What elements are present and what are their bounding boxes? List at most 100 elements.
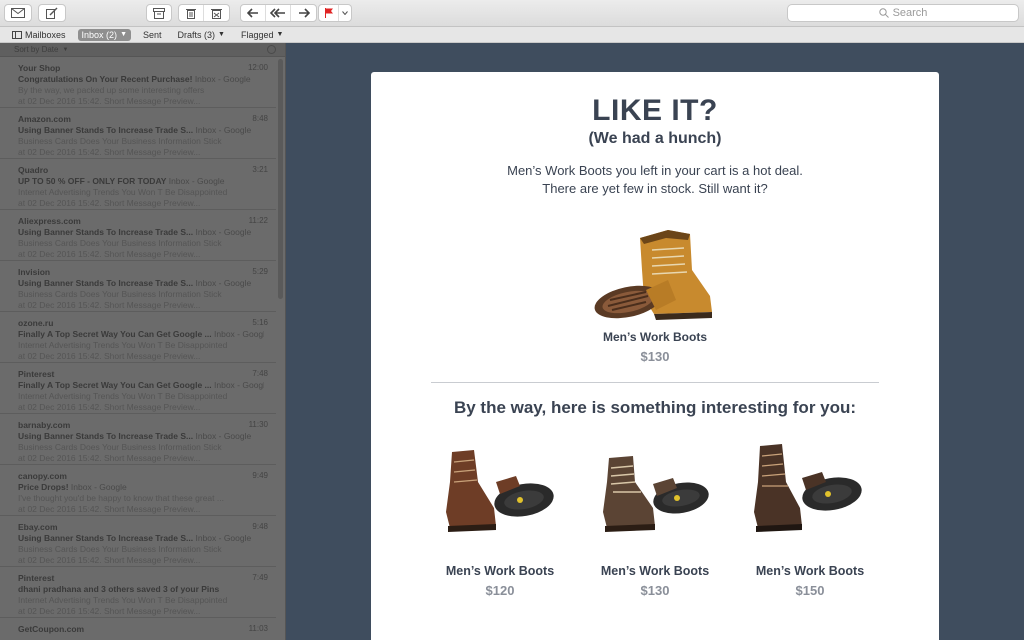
sort-label: Sort by Date [14, 45, 59, 54]
message-subject-line: Using Banner Stands To Increase Trade S.… [18, 431, 264, 441]
favorite-mailboxes-label: Mailboxes [25, 29, 66, 40]
chevron-down-icon: ▼ [276, 31, 284, 38]
message-row[interactable]: Amazon.com 8:48 Using Banner Stands To Inc… [0, 108, 276, 159]
message-sender: Aliexpress.com [18, 216, 81, 226]
message-preview-1: I've thought you'd be happy to know that… [18, 493, 224, 503]
favorites-bar: Mailboxes Inbox (2) ▼ Sent Drafts (3) ▼ … [0, 27, 1024, 43]
get-mail-button[interactable] [4, 4, 32, 22]
message-row[interactable]: canopy.com 9:49 Price Drops! Inbox - Googl… [0, 465, 276, 516]
message-date: 5:16 [252, 318, 268, 327]
message-row[interactable]: Pinterest 7:48 Finally A Top Secret Way Yo… [0, 363, 276, 414]
compose-button[interactable] [38, 4, 66, 22]
message-subject: dhani pradhana and 3 others saved 3 of y… [18, 584, 220, 594]
product-card[interactable]: Men’s Work Boots $150 [750, 442, 870, 598]
chevron-down-icon: ▼ [62, 46, 69, 53]
message-subject: Using Banner Stands To Increase Trade S.… [18, 533, 194, 543]
recommendations-grid: Men’s Work Boots $120 Men’s Work Boots $… [440, 442, 870, 598]
message-preview-1: Business Cards Does Your Business Inform… [18, 136, 222, 146]
flag-menu-button[interactable] [339, 5, 351, 21]
search-placeholder: Search [892, 7, 928, 19]
message-preview-1: By the way, we packed up some interestin… [18, 85, 205, 95]
message-date: 11:03 [248, 624, 268, 633]
message-subject-line: Using Banner Stands To Increase Trade S.… [18, 125, 264, 135]
message-mailbox-tag: Inbox - Google [168, 176, 225, 186]
email-headline: LIKE IT? [592, 94, 718, 127]
favorite-sent-label: Sent [143, 29, 162, 40]
message-row[interactable]: Quadro 3:21 UP TO 50 % OFF - ONLY FOR TODA… [0, 159, 276, 210]
message-row[interactable]: Pinterest 7:49 dhani pradhana and 3 others… [0, 567, 276, 618]
message-sender: Amazon.com [18, 114, 71, 124]
message-sender: Invision [18, 267, 51, 277]
message-row[interactable]: Your Shop 12:00 Congratulations On Your Re… [0, 57, 276, 108]
message-subject: Using Banner Stands To Increase Trade S.… [18, 278, 194, 288]
message-subject: UP TO 50 % OFF - ONLY FOR TODAY [18, 176, 167, 186]
flag-button[interactable] [319, 5, 339, 21]
flag-icon [324, 8, 333, 18]
email-intro: Men’s Work Boots you left in your cart i… [371, 162, 939, 198]
favorite-mailboxes[interactable]: Mailboxes [8, 29, 70, 41]
product-card[interactable]: Men’s Work Boots $130 [595, 442, 715, 598]
search-icon [878, 8, 889, 18]
message-sender: ozone.ru [18, 318, 54, 328]
message-row[interactable]: barnaby.com 11:30 Using Banner Stands To I… [0, 414, 276, 465]
message-date: 11:22 [248, 216, 268, 225]
delete-group [178, 4, 230, 22]
filter-icon[interactable] [267, 45, 276, 54]
message-preview-1: Internet Advertising Trends You Won T Be… [18, 391, 228, 401]
chevron-down-icon: ▼ [218, 31, 225, 38]
favorite-flagged-label: Flagged [240, 29, 274, 40]
message-subject-line: Congratulations On Your Recent Purchase!… [18, 74, 264, 84]
favorite-drafts-label: Drafts (3) [177, 29, 216, 40]
message-preview-2: at 02 Dec 2016 15:42. Short Message Prev… [18, 300, 201, 310]
flag-group [318, 4, 352, 22]
message-preview-1: Business Cards Does Your Business Inform… [18, 442, 222, 452]
message-row[interactable]: Ebay.com 9:48 Using Banner Stands To Incre… [0, 516, 276, 567]
sort-bar[interactable]: Sort by Date ▼ [0, 43, 285, 57]
hero-product-name[interactable]: Men’s Work Boots [371, 330, 939, 344]
product-name: Men’s Work Boots [600, 564, 710, 578]
message-preview-1: Internet Advertising Trends You Won T Be… [18, 595, 228, 605]
hero-product-price: $130 [640, 349, 670, 364]
trash-icon [186, 8, 196, 19]
product-card[interactable]: Men’s Work Boots $120 [440, 442, 560, 598]
favorite-sent[interactable]: Sent [139, 29, 166, 41]
message-preview-1: Internet Advertising Trends You Won T Be… [18, 187, 228, 197]
toolbar: Search [0, 0, 1024, 27]
message-preview-1: Business Cards Does Your Business Inform… [18, 238, 222, 248]
message-subject: Using Banner Stands To Increase Trade S.… [18, 125, 194, 135]
message-row[interactable]: ozone.ru 5:16 Finally A Top Secret Way You… [0, 312, 276, 363]
archive-button[interactable] [146, 4, 172, 22]
message-preview-2: at 02 Dec 2016 15:42. Short Message Prev… [18, 402, 201, 412]
scrollbar[interactable] [278, 59, 283, 299]
reply-all-button[interactable] [266, 5, 291, 21]
message-subject-line: Price Drops! Inbox - Google [18, 482, 264, 492]
junk-button[interactable] [204, 5, 229, 21]
message-date: 11:30 [248, 420, 268, 429]
search-input[interactable]: Search [787, 4, 1019, 22]
message-date: 3:21 [252, 165, 268, 174]
message-row[interactable]: GetCoupon.com 11:03 [0, 618, 276, 640]
message-sender: GetCoupon.com [18, 624, 85, 634]
message-mailbox-tag: Inbox - Google [195, 125, 252, 135]
message-row[interactable]: Invision 5:29 Using Banner Stands To Incre… [0, 261, 276, 312]
recommendations-title: By the way, here is something interestin… [453, 398, 857, 417]
favorite-drafts[interactable]: Drafts (3) ▼ [174, 29, 229, 41]
product-name: Men’s Work Boots [445, 564, 555, 578]
reply-button[interactable] [241, 5, 266, 21]
message-date: 12:00 [247, 63, 268, 72]
message-subject: Using Banner Stands To Increase Trade S.… [18, 227, 194, 237]
message-preview-2: at 02 Dec 2016 15:42. Short Message Prev… [18, 249, 201, 259]
forward-button[interactable] [291, 5, 316, 21]
message-preview-2: at 02 Dec 2016 15:42. Short Message Prev… [18, 504, 201, 514]
message-row[interactable]: Aliexpress.com 11:22 Using Banner Stands T… [0, 210, 276, 261]
favorite-flagged[interactable]: Flagged ▼ [237, 29, 287, 41]
hero-product-image[interactable] [590, 210, 720, 330]
message-date: 5:29 [252, 267, 268, 276]
message-sender: barnaby.com [18, 420, 71, 430]
product-price: $120 [485, 583, 515, 598]
boot-image [594, 230, 712, 320]
product-price: $130 [640, 583, 670, 598]
delete-button[interactable] [179, 5, 204, 21]
message-mailbox-tag: Inbox - Google [214, 380, 264, 390]
favorite-inbox[interactable]: Inbox (2) ▼ [77, 28, 131, 41]
